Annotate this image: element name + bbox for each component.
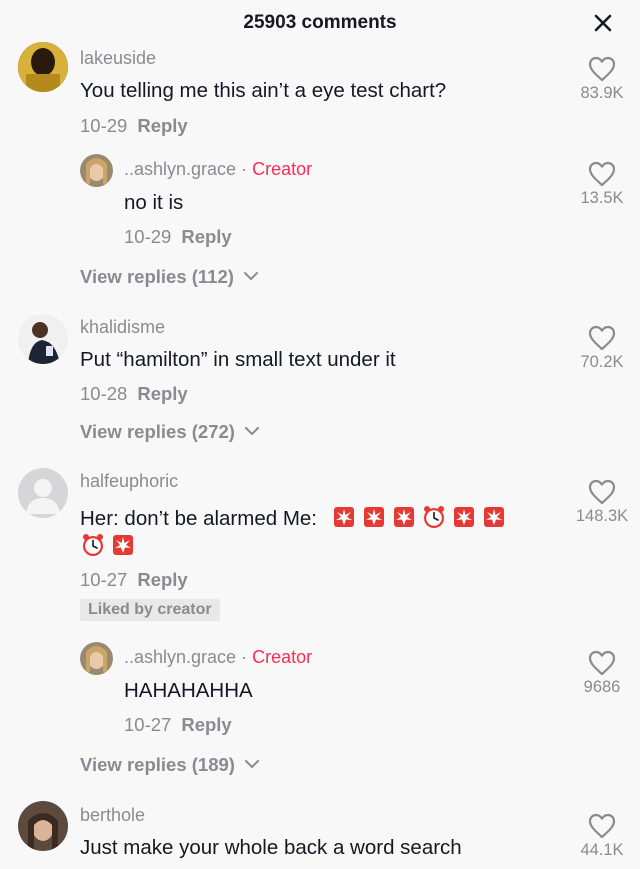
comment-text: Just make your whole back a word search [80, 836, 462, 859]
comment-meta: 10-27 Reply [80, 569, 188, 591]
avatar[interactable] [18, 468, 68, 518]
comment-date: 10-29 [80, 115, 128, 136]
avatar-image [80, 154, 113, 187]
comment-username[interactable]: lakeuside [80, 48, 156, 69]
creator-badge: Creator [252, 647, 313, 667]
comment-username[interactable]: berthole [80, 805, 145, 826]
heart-icon[interactable] [588, 56, 616, 82]
avatar-image [18, 801, 68, 851]
heart-icon[interactable] [588, 325, 616, 351]
alarm-clock-icon [83, 534, 103, 556]
reply-date: 10-27 [124, 714, 172, 735]
like-count: 9686 [583, 678, 621, 696]
heart-icon[interactable] [588, 650, 616, 676]
police-light-icon [113, 535, 133, 555]
comment-text: Her: don’t be alarmed Me: [80, 507, 318, 530]
reply-button[interactable]: Reply [181, 714, 231, 735]
default-avatar-icon [18, 468, 68, 518]
like-count: 13.5K [580, 189, 624, 207]
view-replies-label: View replies (272) [80, 421, 235, 442]
reply-username[interactable]: ..ashlyn.grace [124, 647, 236, 667]
reply-button[interactable]: Reply [137, 383, 187, 404]
like-count: 44.1K [580, 841, 624, 859]
chevron-down-icon [245, 760, 260, 768]
view-replies-label: View replies (112) [80, 266, 234, 287]
view-replies-button[interactable]: View replies (112) [80, 266, 259, 288]
comment-text: Put “hamilton” in small text under it [80, 348, 396, 371]
like-column: 70.2K [567, 325, 637, 372]
emoji-row [80, 532, 140, 558]
police-light-icon [333, 507, 354, 527]
reply-header: ..ashlyn.grace · Creator [124, 159, 312, 180]
chevron-down-icon [244, 272, 259, 280]
comment-meta: 10-29 Reply [80, 115, 188, 137]
reply-text: no it is [124, 191, 184, 214]
police-light-icon [453, 507, 474, 527]
creator-badge: Creator [252, 159, 313, 179]
heart-icon[interactable] [588, 479, 616, 505]
alarm-clock-icon [423, 506, 444, 528]
comment-username[interactable]: khalidisme [80, 317, 165, 338]
police-light-icon [483, 507, 504, 527]
view-replies-button[interactable]: View replies (272) [80, 421, 260, 443]
police-light-icon [393, 507, 414, 527]
like-column: 44.1K [567, 813, 637, 860]
like-count: 83.9K [580, 84, 624, 102]
avatar[interactable] [80, 642, 113, 675]
like-column: 9686 [567, 650, 637, 697]
comments-count-title: 25903 comments [243, 12, 397, 33]
heart-icon[interactable] [588, 161, 616, 187]
like-count: 70.2K [580, 353, 624, 371]
close-icon[interactable] [590, 10, 616, 36]
comment-text-line: Her: don’t be alarmed Me: [80, 504, 511, 531]
comment-date: 10-27 [80, 569, 128, 590]
reply-header: ..ashlyn.grace · Creator [124, 647, 312, 668]
reply-button[interactable]: Reply [137, 115, 187, 136]
like-count: 148.3K [575, 507, 629, 525]
reply-button[interactable]: Reply [181, 226, 231, 247]
comment-date: 10-28 [80, 383, 128, 404]
chevron-down-icon [245, 427, 260, 435]
reply-meta: 10-27 Reply [124, 714, 232, 736]
avatar[interactable] [18, 42, 68, 92]
reply-username[interactable]: ..ashlyn.grace [124, 159, 236, 179]
avatar[interactable] [18, 314, 68, 364]
reply-date: 10-29 [124, 226, 172, 247]
like-column: 83.9K [567, 56, 637, 103]
reply-meta: 10-29 Reply [124, 226, 232, 248]
separator-dot: · [241, 159, 248, 179]
emoji-row [331, 506, 511, 530]
avatar[interactable] [18, 801, 68, 851]
comment-meta: 10-28 Reply [80, 383, 188, 405]
view-replies-button[interactable]: View replies (189) [80, 754, 260, 776]
separator-dot: · [241, 647, 248, 667]
comment-text: You telling me this ain’t a eye test cha… [80, 79, 447, 102]
heart-icon[interactable] [588, 813, 616, 839]
view-replies-label: View replies (189) [80, 754, 235, 775]
avatar-image [18, 42, 68, 92]
comment-username[interactable]: halfeuphoric [80, 471, 178, 492]
like-column: 13.5K [567, 161, 637, 208]
like-column: 148.3K [567, 479, 637, 526]
police-light-icon [363, 507, 384, 527]
avatar-image [18, 314, 68, 364]
avatar-image [80, 642, 113, 675]
reply-text: HAHAHAHHA [124, 679, 253, 702]
avatar[interactable] [80, 154, 113, 187]
liked-by-creator-badge: Liked by creator [80, 599, 220, 621]
reply-button[interactable]: Reply [137, 569, 187, 590]
